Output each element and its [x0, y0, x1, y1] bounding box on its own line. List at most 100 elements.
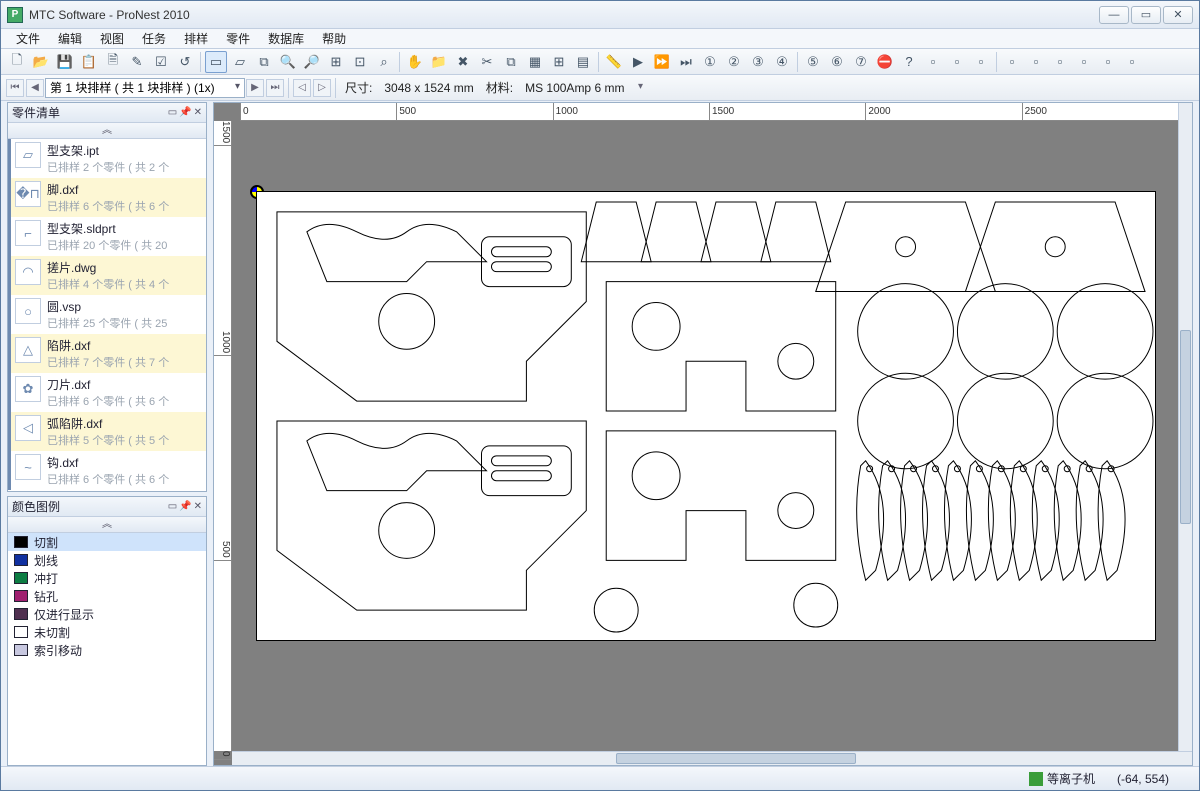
- menu-2[interactable]: 视图: [91, 29, 133, 49]
- legend-row[interactable]: 仅进行显示: [8, 605, 206, 623]
- x7-button[interactable]: ▫: [1073, 51, 1095, 73]
- zoom-fit-button[interactable]: ⊞: [325, 51, 347, 73]
- part-name: 型支架.sldprt: [47, 220, 167, 237]
- legend-row[interactable]: 钻孔: [8, 587, 206, 605]
- legend-row[interactable]: 划线: [8, 551, 206, 569]
- nav-first-icon[interactable]: ⏮: [6, 79, 24, 97]
- part-item[interactable]: ◠ 搓片.dwg 已排样 4 个零件 ( 共 4 个: [8, 256, 206, 295]
- x1-button[interactable]: ▫: [922, 51, 944, 73]
- legend-row[interactable]: 切割: [8, 533, 206, 551]
- swatch-icon: [14, 572, 28, 584]
- sheet-selector[interactable]: 第 1 块排样 ( 共 1 块排样 ) (1x): [45, 78, 245, 98]
- props-button[interactable]: 🗎: [102, 51, 124, 73]
- menu-6[interactable]: 数据库: [259, 29, 313, 49]
- mat-dropdown-icon[interactable]: ▾: [631, 79, 649, 97]
- undo-button[interactable]: ↺: [174, 51, 196, 73]
- form-button[interactable]: ☑: [150, 51, 172, 73]
- seq3-button[interactable]: ③: [747, 51, 769, 73]
- x6-button[interactable]: ▫: [1049, 51, 1071, 73]
- close-button[interactable]: ✕: [1163, 6, 1193, 24]
- scrollbar-vertical[interactable]: [1178, 103, 1192, 751]
- panel-close-icon[interactable]: ✕: [194, 501, 202, 512]
- help-button[interactable]: ?: [898, 51, 920, 73]
- menu-0[interactable]: 文件: [7, 29, 49, 49]
- menu-1[interactable]: 编辑: [49, 29, 91, 49]
- maximize-button[interactable]: ▭: [1131, 6, 1161, 24]
- ruler-tick: 0: [214, 751, 231, 760]
- seq1-button[interactable]: ①: [699, 51, 721, 73]
- seq7-button[interactable]: ⑦: [850, 51, 872, 73]
- part-item[interactable]: �⊓ 脚.dxf 已排样 6 个零件 ( 共 6 个: [8, 178, 206, 217]
- panel-pin-icon[interactable]: 📌: [179, 501, 191, 512]
- x9-button[interactable]: ▫: [1121, 51, 1143, 73]
- nav-last-icon[interactable]: ⏭: [266, 79, 284, 97]
- part-list-collapse[interactable]: ︽: [8, 123, 206, 139]
- seq6-button[interactable]: ⑥: [826, 51, 848, 73]
- legend-collapse[interactable]: ︽: [8, 517, 206, 533]
- open-button[interactable]: 📂: [30, 51, 52, 73]
- scrollbar-horizontal[interactable]: [232, 751, 1192, 765]
- part-item[interactable]: △ 陷阱.dxf 已排样 7 个零件 ( 共 7 个: [8, 334, 206, 373]
- skip-button[interactable]: ⏭: [675, 51, 697, 73]
- sel-box-button[interactable]: ▭: [205, 51, 227, 73]
- array-button[interactable]: ⊞: [548, 51, 570, 73]
- part-item[interactable]: ✿ 刀片.dxf 已排样 6 个零件 ( 共 6 个: [8, 373, 206, 412]
- legend-row[interactable]: 索引移动: [8, 641, 206, 659]
- step-button[interactable]: ⏩: [651, 51, 673, 73]
- seq2-button[interactable]: ②: [723, 51, 745, 73]
- play-button[interactable]: ▶: [627, 51, 649, 73]
- menu-5[interactable]: 零件: [217, 29, 259, 49]
- x4-button[interactable]: ▫: [1001, 51, 1023, 73]
- panel-minimize-icon[interactable]: ▭: [168, 501, 177, 512]
- zoom-obj-button[interactable]: ⌕: [373, 51, 395, 73]
- nest-canvas[interactable]: 050010001500200025003000 150010005000: [213, 102, 1193, 766]
- win-sel-button[interactable]: ⧉: [253, 51, 275, 73]
- menu-3[interactable]: 任务: [133, 29, 175, 49]
- legend-row[interactable]: 未切割: [8, 623, 206, 641]
- part-item[interactable]: ◁ 弧陷阱.dxf 已排样 5 个零件 ( 共 5 个: [8, 412, 206, 451]
- nest-sheet[interactable]: [256, 191, 1156, 641]
- panel-pin-icon[interactable]: 📌: [179, 107, 191, 118]
- x8-button[interactable]: ▫: [1097, 51, 1119, 73]
- zoom-out-button[interactable]: 🔎: [301, 51, 323, 73]
- copy-button[interactable]: ⧉: [500, 51, 522, 73]
- panel-minimize-icon[interactable]: ▭: [168, 107, 177, 118]
- table-button[interactable]: ▤: [572, 51, 594, 73]
- stop-button[interactable]: ⛔: [874, 51, 896, 73]
- paste-button[interactable]: 📋: [78, 51, 100, 73]
- scrollbar-thumb[interactable]: [1180, 330, 1191, 524]
- new-button[interactable]: 🗋: [6, 51, 28, 73]
- grid-button[interactable]: ▦: [524, 51, 546, 73]
- del-button[interactable]: ✖: [452, 51, 474, 73]
- part-item[interactable]: ○ 圆.vsp 已排样 25 个零件 ( 共 25: [8, 295, 206, 334]
- folder-button[interactable]: 📁: [428, 51, 450, 73]
- nav-right-icon[interactable]: ▷: [313, 79, 331, 97]
- minimize-button[interactable]: —: [1099, 6, 1129, 24]
- menu-4[interactable]: 排样: [175, 29, 217, 49]
- pan-button[interactable]: ✋: [404, 51, 426, 73]
- save-button[interactable]: 💾: [54, 51, 76, 73]
- panel-close-icon[interactable]: ✕: [194, 107, 202, 118]
- seq5-button[interactable]: ⑤: [802, 51, 824, 73]
- legend-row[interactable]: 冲打: [8, 569, 206, 587]
- seq4-button[interactable]: ④: [771, 51, 793, 73]
- part-item[interactable]: ~ 钩.dxf 已排样 6 个零件 ( 共 6 个: [8, 451, 206, 490]
- x5-button[interactable]: ▫: [1025, 51, 1047, 73]
- window-title: MTC Software - ProNest 2010: [29, 8, 190, 22]
- nav-prev-icon[interactable]: ◀: [26, 79, 44, 97]
- cut-button[interactable]: ✂: [476, 51, 498, 73]
- x3-button[interactable]: ▫: [970, 51, 992, 73]
- x2-button[interactable]: ▫: [946, 51, 968, 73]
- nav-next-icon[interactable]: ▶: [246, 79, 264, 97]
- zoom-in-button[interactable]: 🔍: [277, 51, 299, 73]
- zoom-win-button[interactable]: ⊡: [349, 51, 371, 73]
- edit-button[interactable]: ✎: [126, 51, 148, 73]
- part-item[interactable]: ⌐ 型支架.sldprt 已排样 20 个零件 ( 共 20: [8, 217, 206, 256]
- measure-button[interactable]: 📏: [603, 51, 625, 73]
- scrollbar-thumb[interactable]: [616, 753, 856, 764]
- nav-left-icon[interactable]: ◁: [293, 79, 311, 97]
- menu-7[interactable]: 帮助: [313, 29, 355, 49]
- part-item[interactable]: ▱ 型支架.ipt 已排样 2 个零件 ( 共 2 个: [8, 139, 206, 178]
- part-thumb-icon: ◁: [15, 415, 41, 441]
- sel-poly-button[interactable]: ▱: [229, 51, 251, 73]
